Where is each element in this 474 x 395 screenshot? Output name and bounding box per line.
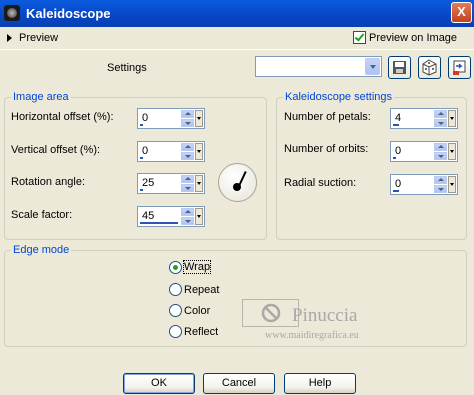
horizontal-offset-value[interactable]: 0 [142, 112, 148, 124]
dice-icon [422, 59, 437, 76]
spinner-menu-arrow-icon[interactable] [195, 110, 203, 127]
expand-preview-icon[interactable] [7, 34, 12, 42]
number-of-petals-label: Number of petals: [284, 111, 371, 123]
edge-mode-reflect-label[interactable]: Reflect [184, 326, 218, 338]
edge-color-swatch[interactable] [242, 299, 299, 327]
decrement-arrow-icon[interactable] [434, 185, 447, 193]
disabled-icon [261, 303, 281, 323]
number-of-orbits-spinner[interactable]: 0 [390, 141, 458, 162]
randomize-button[interactable] [418, 56, 441, 79]
increment-arrow-icon[interactable] [181, 143, 194, 151]
value-slider-bar[interactable] [140, 189, 143, 191]
preset-dropdown[interactable] [255, 56, 382, 77]
kaleidoscope-app-icon [4, 5, 20, 21]
spinner-menu-arrow-icon[interactable] [448, 143, 456, 160]
vertical-offset-label: Vertical offset (%): [11, 144, 101, 156]
reset-icon [453, 60, 466, 75]
value-slider-bar[interactable] [140, 124, 143, 126]
preview-on-image-label[interactable]: Preview on Image [369, 32, 457, 44]
spinner-menu-arrow-icon[interactable] [195, 175, 203, 192]
number-of-orbits-label: Number of orbits: [284, 143, 369, 155]
save-icon [393, 61, 406, 74]
increment-arrow-icon[interactable] [181, 110, 194, 118]
save-preset-button[interactable] [388, 56, 411, 79]
dropdown-arrow-icon[interactable] [365, 58, 380, 75]
preview-on-image-checkbox[interactable] [353, 31, 366, 44]
edge-mode-wrap-label[interactable]: Wrap [182, 260, 212, 274]
edge-mode-color-radio[interactable] [169, 304, 182, 317]
horizontal-offset-label: Horizontal offset (%): [11, 111, 114, 123]
edge-mode-wrap-radio[interactable] [169, 261, 182, 274]
increment-arrow-icon[interactable] [181, 208, 194, 216]
decrement-arrow-icon[interactable] [181, 152, 194, 160]
help-button[interactable]: Help [284, 373, 356, 394]
window-title: Kaleidoscope [26, 6, 111, 21]
settings-label: Settings [107, 62, 147, 74]
number-of-orbits-value[interactable]: 0 [395, 145, 401, 157]
cancel-button[interactable]: Cancel [203, 373, 275, 394]
scale-factor-label: Scale factor: [11, 209, 73, 221]
close-button[interactable]: X [451, 2, 472, 23]
rotation-angle-label: Rotation angle: [11, 176, 85, 188]
decrement-arrow-icon[interactable] [434, 119, 447, 127]
value-slider-bar[interactable] [140, 157, 143, 159]
edge-mode-repeat-radio[interactable] [169, 283, 182, 296]
number-of-petals-spinner[interactable]: 4 [390, 108, 458, 129]
value-slider-bar[interactable] [393, 157, 396, 159]
preview-bar: Preview Preview on Image [0, 27, 474, 50]
increment-arrow-icon[interactable] [434, 176, 447, 184]
decrement-arrow-icon[interactable] [181, 217, 194, 225]
increment-arrow-icon[interactable] [434, 110, 447, 118]
edge-mode-repeat-label[interactable]: Repeat [184, 284, 219, 296]
dial-center [233, 183, 241, 191]
value-slider-bar[interactable] [140, 222, 178, 224]
watermark-url: www.maidiregrafica.eu [265, 330, 359, 341]
rotation-angle-dial[interactable] [218, 163, 257, 202]
image-area-legend: Image area [11, 91, 71, 103]
scale-factor-spinner[interactable]: 45 [137, 206, 205, 227]
vertical-offset-spinner[interactable]: 0 [137, 141, 205, 162]
edge-mode-reflect-radio[interactable] [169, 325, 182, 338]
rotation-angle-value[interactable]: 25 [142, 177, 154, 189]
value-slider-bar[interactable] [393, 124, 399, 126]
edge-mode-color-label[interactable]: Color [184, 305, 210, 317]
ok-button[interactable]: OK [123, 373, 195, 394]
increment-arrow-icon[interactable] [434, 143, 447, 151]
decrement-arrow-icon[interactable] [181, 184, 194, 192]
title-bar: Kaleidoscope X [0, 0, 474, 27]
edge-mode-legend: Edge mode [11, 244, 72, 256]
spinner-menu-arrow-icon[interactable] [195, 143, 203, 160]
checkmark-icon [354, 31, 365, 42]
increment-arrow-icon[interactable] [181, 175, 194, 183]
radial-suction-spinner[interactable]: 0 [390, 174, 458, 195]
number-of-petals-value[interactable]: 4 [395, 112, 401, 124]
preview-toggle-label[interactable]: Preview [19, 32, 58, 44]
watermark-name: Pinuccia [292, 305, 358, 326]
horizontal-offset-spinner[interactable]: 0 [137, 108, 205, 129]
spinner-menu-arrow-icon[interactable] [448, 176, 456, 193]
scale-factor-value[interactable]: 45 [142, 210, 154, 222]
decrement-arrow-icon[interactable] [434, 152, 447, 160]
value-slider-bar[interactable] [393, 190, 399, 192]
radial-suction-value[interactable]: 0 [395, 178, 401, 190]
edge-mode-group: Edge mode [4, 244, 467, 347]
radial-suction-label: Radial suction: [284, 177, 357, 189]
rotation-angle-spinner[interactable]: 25 [137, 173, 205, 194]
spinner-menu-arrow-icon[interactable] [448, 110, 456, 127]
spinner-menu-arrow-icon[interactable] [195, 208, 203, 225]
decrement-arrow-icon[interactable] [181, 119, 194, 127]
vertical-offset-value[interactable]: 0 [142, 145, 148, 157]
kaleidoscope-settings-legend: Kaleidoscope settings [283, 91, 395, 103]
reset-button[interactable] [448, 56, 471, 79]
